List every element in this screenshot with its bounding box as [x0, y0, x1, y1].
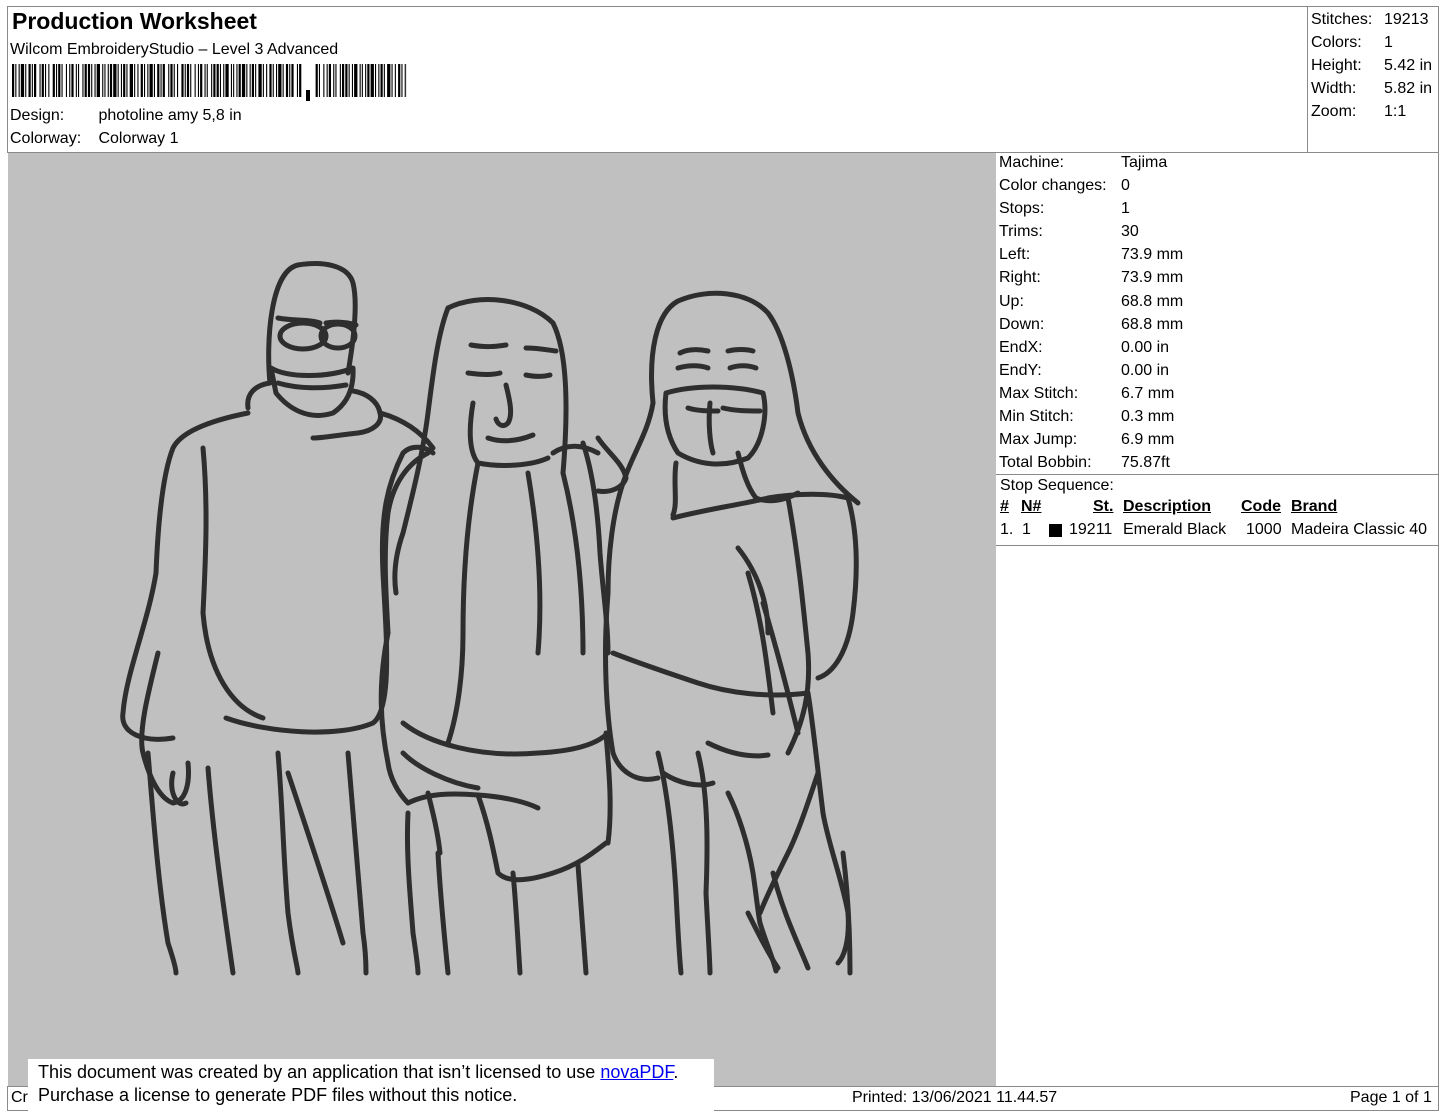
stat-row: EndY: 0.00 in	[999, 359, 1183, 382]
stat-row: Down: 68.8 mm	[999, 313, 1183, 336]
summary-label: Colors:	[1311, 34, 1362, 51]
stat-row: Color changes: 0	[999, 174, 1183, 197]
stat-value: 0	[1121, 177, 1130, 195]
summary-row: Width: 5.82 in	[1311, 77, 1432, 100]
col-header-description: Description	[1123, 498, 1212, 515]
row-stitches: 19211	[1069, 521, 1113, 538]
stat-value: 6.7 mm	[1121, 384, 1175, 402]
page-number: Page 1 of 1	[1350, 1089, 1432, 1106]
stop-sequence-divider	[995, 545, 1439, 546]
stat-label: Machine:	[999, 154, 1064, 171]
summary-value: 5.82 in	[1384, 80, 1433, 97]
stat-row: Left: 73.9 mm	[999, 243, 1183, 266]
design-label: Design:	[10, 107, 65, 124]
right-person-outline	[603, 290, 861, 976]
novapdf-link[interactable]: novaPDF	[600, 1062, 673, 1082]
stat-value: 73.9 mm	[1121, 246, 1184, 264]
summary-value: 19213	[1384, 11, 1429, 28]
summary-label: Height:	[1311, 57, 1362, 74]
stat-value: 0.00 in	[1121, 338, 1170, 356]
col-header-brand: Brand	[1291, 498, 1338, 515]
stat-value: 68.8 mm	[1121, 292, 1184, 310]
stat-label: Max Jump:	[999, 431, 1078, 449]
stat-row: Max Jump: 6.9 mm	[999, 428, 1183, 451]
colorway-value: Colorway 1	[98, 130, 179, 147]
stat-label: Trims:	[999, 223, 1043, 241]
colorway-label: Colorway:	[10, 130, 82, 147]
summary-label: Stitches:	[1311, 11, 1373, 28]
stat-label: Total Bobbin:	[999, 454, 1092, 472]
summary-row: Stitches: 19213	[1311, 8, 1432, 31]
row-description: Emerald Black	[1123, 521, 1227, 538]
page-title: Production Worksheet	[12, 8, 257, 34]
col-header-num: #	[1000, 498, 1009, 515]
stat-label: Right:	[999, 269, 1041, 287]
stat-value: 1	[1121, 200, 1130, 218]
stat-value: 6.9 mm	[1121, 431, 1175, 449]
stat-label: EndX:	[999, 338, 1043, 356]
stat-label: Down:	[999, 315, 1045, 333]
summary-row: Height: 5.42 in	[1311, 54, 1432, 77]
summary-value: 5.42 in	[1384, 57, 1433, 74]
design-value: photoline amy 5,8 in	[98, 107, 242, 124]
stat-row: Max Stitch: 6.7 mm	[999, 382, 1183, 405]
stat-label: Color changes:	[999, 177, 1107, 195]
stat-row: Trims: 30	[999, 220, 1183, 243]
design-canvas	[8, 153, 996, 1086]
col-header-stitches: St.	[1093, 498, 1114, 515]
summary-value: 1	[1384, 34, 1393, 51]
stat-value: 0.00 in	[1121, 361, 1170, 379]
stop-sequence-title: Stop Sequence:	[1000, 477, 1114, 494]
embroidery-drawing	[120, 261, 861, 976]
notice-text: This document was created by an applicat…	[38, 1062, 601, 1082]
col-header-needle: N#	[1021, 498, 1042, 515]
stat-row: Machine: Tajima	[999, 151, 1183, 174]
summary-label: Width:	[1311, 80, 1357, 97]
software-name: Wilcom EmbroideryStudio – Level 3 Advanc…	[10, 41, 339, 58]
stat-value: 73.9 mm	[1121, 269, 1184, 287]
stat-value: 68.8 mm	[1121, 315, 1184, 333]
thread-color-swatch	[1049, 524, 1062, 537]
license-notice: This document was created by an applicat…	[28, 1059, 714, 1111]
stat-row: Stops: 1	[999, 197, 1183, 220]
printed-timestamp: Printed: 13/06/2021 11.44.57	[852, 1089, 1058, 1106]
summary-row: Colors: 1	[1311, 31, 1432, 54]
notice-period: .	[673, 1062, 679, 1082]
stop-sequence-table: # N# St. Description Code Brand 1. 1 192…	[998, 498, 1438, 542]
stat-row: Up: 68.8 mm	[999, 290, 1183, 313]
row-code: 1000	[1246, 521, 1282, 538]
stat-label: Stops:	[999, 200, 1045, 218]
summary-value: 1:1	[1384, 103, 1407, 120]
summary-row: Zoom: 1:1	[1311, 100, 1432, 123]
row-num: 1.	[1000, 521, 1014, 538]
stat-label: Up:	[999, 292, 1024, 310]
notice-line-2: Purchase a license to generate PDF files…	[38, 1085, 518, 1105]
machine-stats: Machine: Tajima Color changes: 0 Stops: 1 Trim…	[999, 151, 1183, 474]
stat-row: Total Bobbin: 75.87ft	[999, 451, 1183, 474]
stat-value: 30	[1121, 223, 1139, 241]
stat-row: Right: 73.9 mm	[999, 266, 1183, 289]
summary-stats: Stitches: 19213 Colors: 1 Height: 5.42 in Widt…	[1311, 8, 1432, 123]
middle-person-outline	[378, 297, 629, 976]
stat-value: 0.3 mm	[1121, 408, 1175, 426]
row-needle: 1	[1022, 521, 1031, 538]
stat-value: Tajima	[1121, 154, 1168, 171]
stat-row: Min Stitch: 0.3 mm	[999, 405, 1183, 428]
stat-value: 75.87ft	[1121, 454, 1170, 472]
stat-row: EndX: 0.00 in	[999, 336, 1183, 359]
colorway-row: Colorway: Colorway 1	[10, 130, 178, 148]
stat-label: Left:	[999, 246, 1031, 264]
col-header-code: Code	[1241, 498, 1281, 515]
footer-left: Cr	[11, 1089, 28, 1106]
stat-label: Min Stitch:	[999, 408, 1074, 426]
notice-line-1: This document was created by an applicat…	[38, 1061, 714, 1084]
row-brand: Madeira Classic 40	[1291, 521, 1428, 538]
stat-label: EndY:	[999, 361, 1042, 379]
summary-label: Zoom:	[1311, 103, 1357, 120]
design-row: Design: photoline amy 5,8 in	[10, 107, 242, 125]
stat-label: Max Stitch:	[999, 384, 1079, 402]
barcode	[12, 64, 407, 101]
